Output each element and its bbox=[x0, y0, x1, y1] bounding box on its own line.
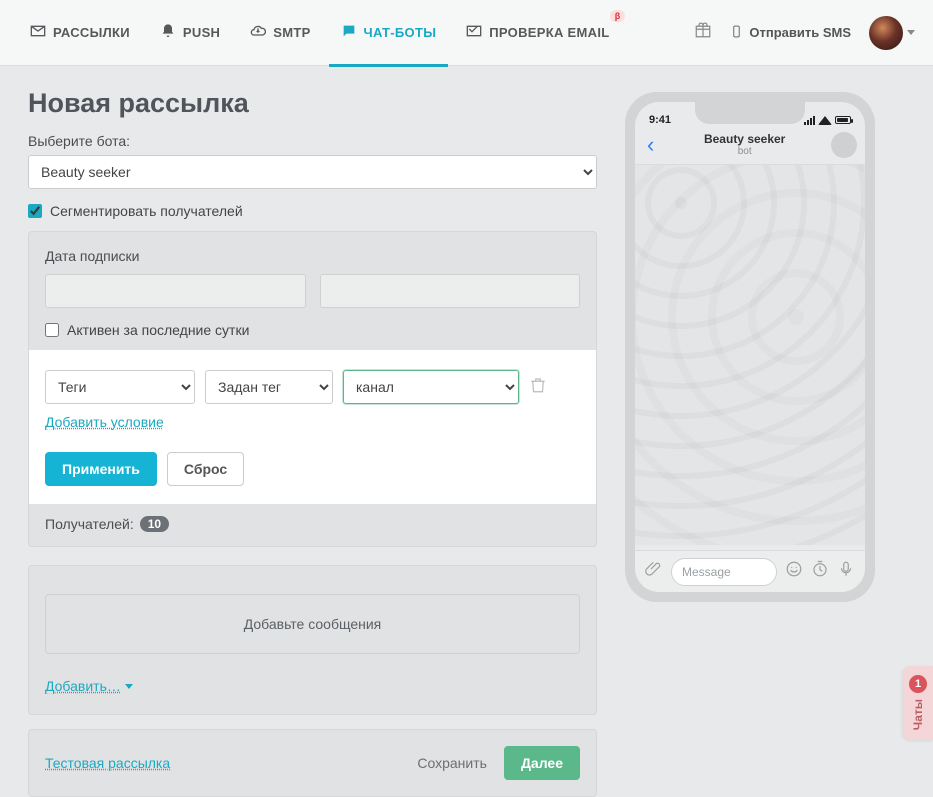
active-last-day-row[interactable]: Активен за последние сутки bbox=[45, 322, 580, 338]
segment-checkbox[interactable] bbox=[28, 204, 42, 218]
avatar bbox=[869, 16, 903, 50]
filter-field-select[interactable]: Теги bbox=[45, 370, 195, 404]
top-nav: РАССЫЛКИ PUSH SMTP ЧАТ-БОТЫ ПРОВЕРКА EMA… bbox=[0, 0, 933, 66]
chat-body bbox=[635, 165, 865, 545]
recipients-count: 10 bbox=[140, 516, 169, 532]
nav-right: Отправить SMS bbox=[694, 16, 915, 50]
save-button[interactable]: Сохранить bbox=[400, 746, 504, 780]
date-from-input[interactable] bbox=[45, 274, 306, 308]
phone-notch bbox=[695, 102, 805, 124]
chat-header: ‹ Beauty seeker bot bbox=[635, 132, 865, 165]
chatbot-icon bbox=[341, 23, 357, 42]
envelope-icon bbox=[30, 23, 46, 42]
test-send-link[interactable]: Тестовая рассылка bbox=[45, 755, 170, 771]
chat-widget-count: 1 bbox=[909, 675, 927, 693]
reset-button[interactable]: Сброс bbox=[167, 452, 244, 486]
gift-icon[interactable] bbox=[694, 21, 712, 44]
nav-tab-smtp[interactable]: SMTP bbox=[238, 0, 322, 66]
nav-label: РАССЫЛКИ bbox=[53, 25, 130, 40]
chat-input-placeholder: Message bbox=[682, 565, 731, 579]
subscribe-date-label: Дата подписки bbox=[45, 248, 580, 264]
actions-bar: Тестовая рассылка Сохранить Далее bbox=[28, 729, 597, 797]
chat-message-input[interactable]: Message bbox=[671, 558, 777, 586]
phone-icon bbox=[730, 25, 743, 41]
bell-icon bbox=[160, 23, 176, 42]
date-to-input[interactable] bbox=[320, 274, 581, 308]
chevron-down-icon bbox=[907, 30, 915, 35]
next-button[interactable]: Далее bbox=[504, 746, 580, 780]
battery-icon bbox=[835, 116, 851, 124]
attach-icon[interactable] bbox=[645, 560, 663, 583]
nav-tab-campaigns[interactable]: РАССЫЛКИ bbox=[18, 0, 142, 66]
back-icon[interactable]: ‹ bbox=[643, 132, 658, 158]
nav-tab-email-check[interactable]: ПРОВЕРКА EMAIL β bbox=[454, 0, 621, 66]
cloud-icon bbox=[250, 23, 266, 42]
user-menu[interactable] bbox=[869, 16, 915, 50]
phone-preview: 9:41 ‹ Beauty seeker bot bbox=[625, 92, 875, 602]
nav-label: SMTP bbox=[273, 25, 310, 40]
filter-value-select[interactable]: канал bbox=[343, 370, 519, 404]
chat-subtitle: bot bbox=[666, 146, 823, 157]
chat-widget[interactable]: 1 Чаты bbox=[903, 666, 933, 740]
chat-input-row: Message bbox=[635, 550, 865, 592]
filter-operator-select[interactable]: Задан тег bbox=[205, 370, 333, 404]
chevron-down-icon bbox=[125, 684, 133, 689]
phone-time: 9:41 bbox=[649, 114, 671, 126]
recipients-label: Получателей: bbox=[45, 516, 134, 532]
wifi-icon bbox=[818, 116, 832, 125]
mic-icon[interactable] bbox=[837, 560, 855, 583]
nav-tab-push[interactable]: PUSH bbox=[148, 0, 232, 66]
nav-label: PUSH bbox=[183, 25, 220, 40]
segment-checkbox-row[interactable]: Сегментировать получателей bbox=[28, 203, 597, 219]
nav-tabs: РАССЫЛКИ PUSH SMTP ЧАТ-БОТЫ ПРОВЕРКА EMA… bbox=[18, 0, 621, 66]
beta-badge: β bbox=[610, 10, 626, 22]
chat-widget-label: Чаты bbox=[911, 699, 925, 730]
send-sms-label: Отправить SMS bbox=[749, 25, 851, 40]
page-title: Новая рассылка bbox=[28, 88, 597, 119]
add-condition-link[interactable]: Добавить условие bbox=[45, 414, 164, 430]
nav-label: ПРОВЕРКА EMAIL bbox=[489, 25, 609, 40]
add-message-label: Добавить… bbox=[45, 678, 121, 694]
messages-card: Добавьте сообщения Добавить… bbox=[28, 565, 597, 715]
add-message-link[interactable]: Добавить… bbox=[45, 678, 133, 694]
messages-dropzone[interactable]: Добавьте сообщения bbox=[45, 594, 580, 654]
active-last-day-checkbox[interactable] bbox=[45, 323, 59, 337]
segment-checkbox-label: Сегментировать получателей bbox=[50, 203, 243, 219]
recipients-footer: Получателей: 10 bbox=[29, 504, 596, 546]
send-sms-link[interactable]: Отправить SMS bbox=[730, 25, 851, 41]
nav-label: ЧАТ-БОТЫ bbox=[364, 25, 437, 40]
timer-icon[interactable] bbox=[811, 560, 829, 583]
signal-icon bbox=[804, 116, 815, 125]
trash-icon[interactable] bbox=[529, 376, 547, 399]
bot-select[interactable]: Beauty seeker bbox=[28, 155, 597, 189]
check-mail-icon bbox=[466, 23, 482, 42]
filter-row: Теги Задан тег канал bbox=[45, 370, 580, 404]
nav-tab-chatbots[interactable]: ЧАТ-БОТЫ bbox=[329, 0, 449, 66]
sticker-icon[interactable] bbox=[785, 560, 803, 583]
active-last-day-label: Активен за последние сутки bbox=[67, 322, 249, 338]
apply-button[interactable]: Применить bbox=[45, 452, 157, 486]
messages-placeholder: Добавьте сообщения bbox=[244, 616, 382, 632]
select-bot-label: Выберите бота: bbox=[28, 133, 597, 149]
chat-title: Beauty seeker bbox=[666, 133, 823, 146]
segment-panel: Дата подписки Активен за последние сутки… bbox=[28, 231, 597, 547]
chat-avatar bbox=[831, 132, 857, 158]
